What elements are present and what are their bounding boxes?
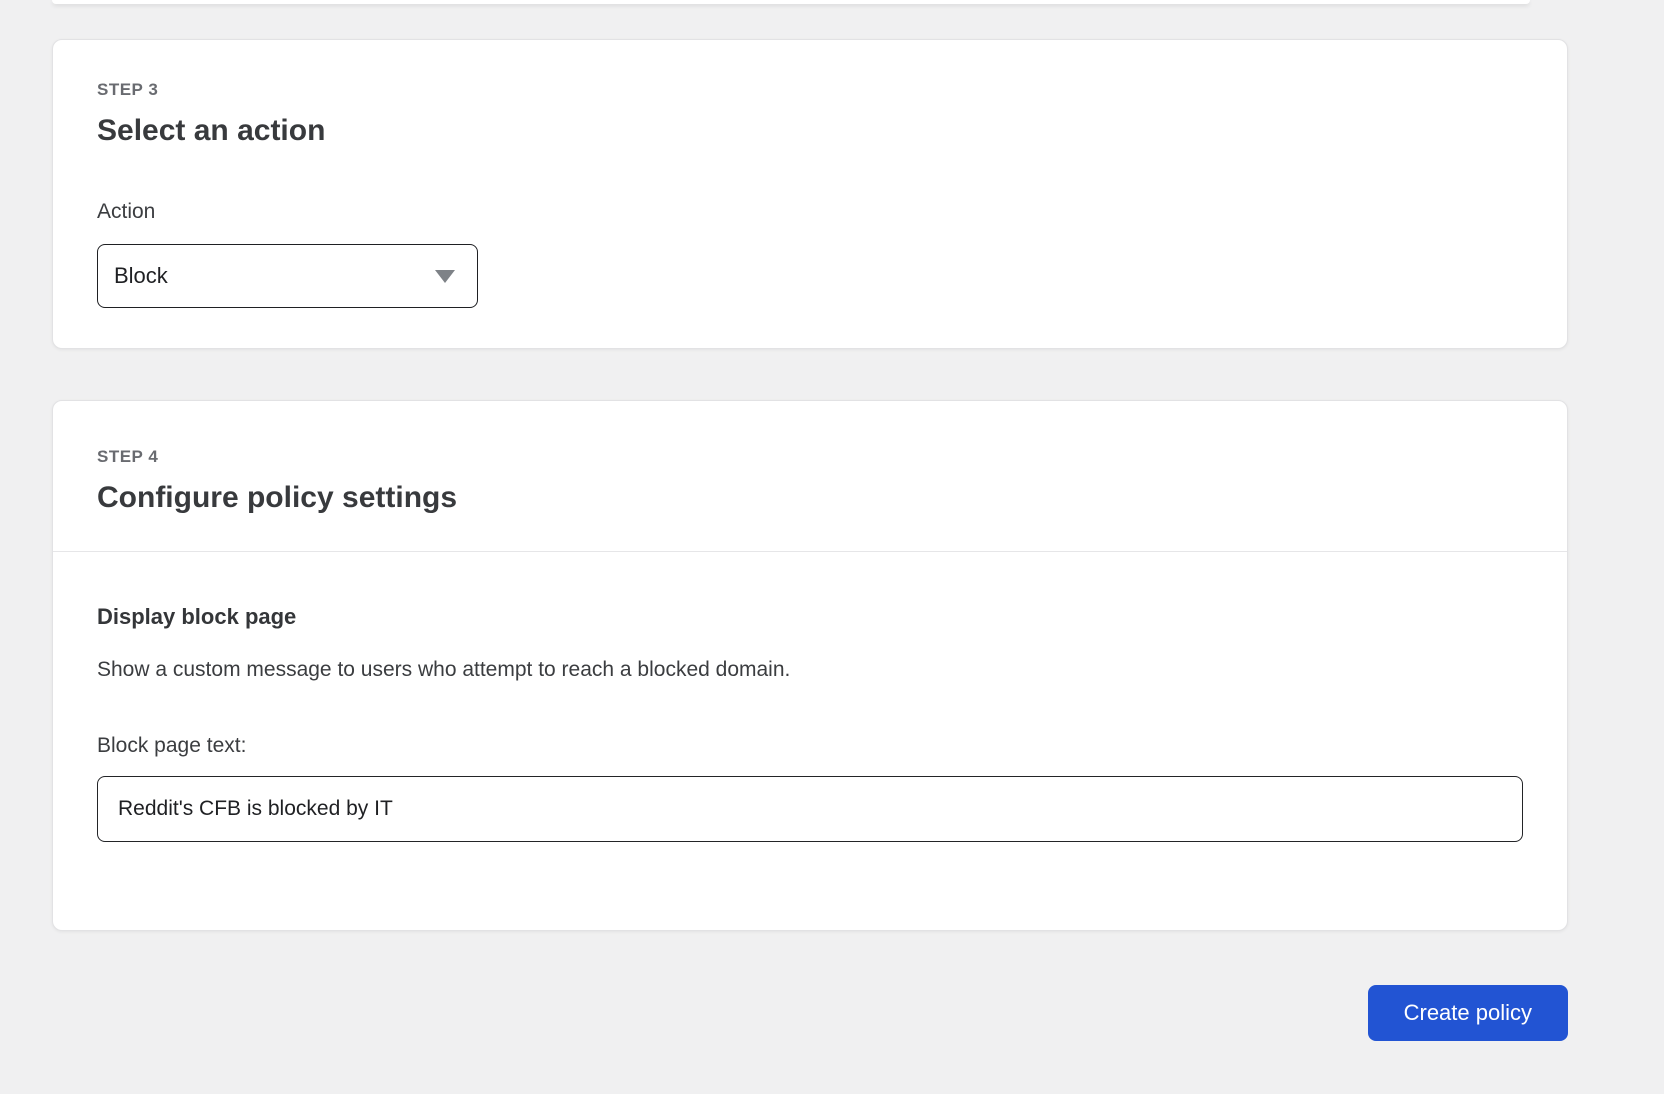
block-page-text-label: Block page text: [97, 734, 247, 757]
display-block-page-description: Show a custom message to users who attem… [97, 658, 791, 681]
footer-actions: Create policy [52, 985, 1568, 1041]
wizard-content: STEP 3 Select an action Action Block STE… [52, 39, 1568, 1041]
step3-card: STEP 3 Select an action Action Block [52, 39, 1568, 349]
step3-label: STEP 3 [97, 80, 159, 99]
step4-card: STEP 4 Configure policy settings Display… [52, 400, 1568, 931]
block-page-text-input[interactable] [97, 776, 1523, 842]
step3-title: Select an action [97, 114, 326, 147]
step4-title: Configure policy settings [97, 481, 458, 514]
create-policy-button[interactable]: Create policy [1367, 985, 1568, 1041]
step4-body: Display block page Show a custom message… [53, 552, 1567, 930]
cropped-header-edge [52, 0, 1530, 4]
step4-label: STEP 4 [97, 447, 159, 466]
action-select[interactable]: Block [97, 244, 478, 308]
display-block-page-title: Display block page [97, 604, 297, 629]
step4-header: STEP 4 Configure policy settings [53, 401, 1567, 551]
action-field-label: Action [97, 200, 156, 223]
action-select-value: Block [114, 263, 168, 288]
chevron-down-icon [435, 269, 455, 283]
